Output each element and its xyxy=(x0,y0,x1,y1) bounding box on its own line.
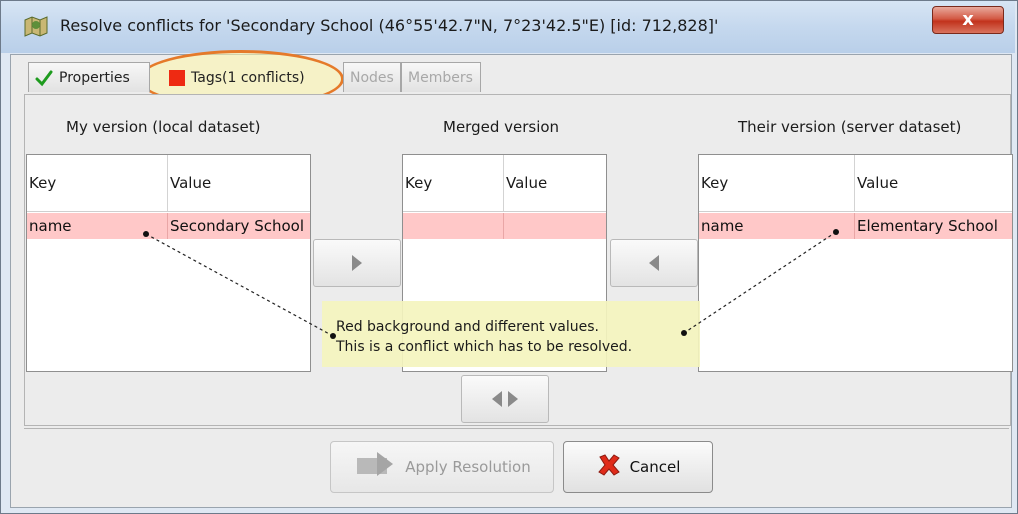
annotation-pointers xyxy=(143,229,839,339)
apply-resolution-button[interactable]: Apply Resolution xyxy=(330,441,554,493)
apply-icon xyxy=(353,450,397,484)
cancel-x-icon xyxy=(596,452,622,482)
footer-separator xyxy=(24,428,1009,429)
cancel-button[interactable]: Cancel xyxy=(563,441,713,493)
apply-resolution-label: Apply Resolution xyxy=(405,458,531,476)
cancel-label: Cancel xyxy=(629,458,681,476)
